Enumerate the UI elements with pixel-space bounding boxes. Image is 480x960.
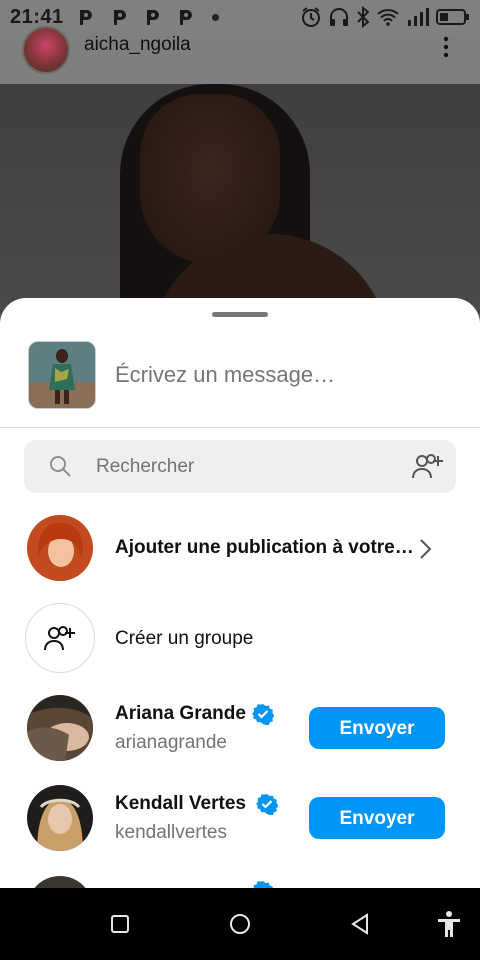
contact-avatar-partial: [27, 876, 93, 888]
add-to-story-row[interactable]: Ajouter une publication à votre…: [0, 510, 480, 586]
status-icons: [300, 6, 470, 28]
chevron-right-icon: [420, 539, 432, 559]
search-icon: [50, 456, 71, 477]
post-avatar[interactable]: [22, 26, 70, 74]
contact-row: Kendall Vertes kendallvertes Envoyer: [0, 783, 480, 853]
back-triangle-icon[interactable]: [348, 912, 372, 936]
message-input[interactable]: [115, 360, 455, 390]
contact-row: Ariana Grande arianagrande Envoyer: [0, 693, 480, 763]
verified-badge-icon: [252, 704, 274, 725]
verified-badge-icon: [253, 881, 273, 888]
post-thumbnail: [28, 341, 96, 409]
send-button[interactable]: Envoyer: [309, 797, 445, 839]
signal-icon: [408, 8, 429, 26]
search-bar[interactable]: Rechercher: [24, 440, 456, 493]
contact-avatar: [27, 785, 93, 851]
status-time: 21:41: [10, 6, 64, 28]
dot-icon: [212, 14, 219, 21]
post-header: [0, 34, 480, 84]
status-bar: 21:41: [0, 0, 480, 34]
p-notification-icon: [147, 10, 159, 25]
post-username[interactable]: aicha_ngoila: [84, 34, 191, 56]
search-placeholder: Rechercher: [96, 456, 195, 477]
contact-avatar: [27, 695, 93, 761]
story-avatar: [27, 515, 93, 581]
android-nav-bar: [0, 888, 480, 960]
alarm-icon: [302, 7, 320, 27]
share-sheet: Rechercher Ajouter une publication à vot…: [0, 298, 480, 888]
add-people-icon[interactable]: [410, 452, 446, 482]
p-notification-icon: [80, 10, 92, 25]
contact-name: Ariana Grande: [115, 703, 246, 724]
story-avatar-image: [27, 515, 93, 581]
p-notification-icon: [114, 10, 126, 25]
bluetooth-icon: [357, 6, 370, 28]
headset-icon: [330, 8, 348, 26]
post-image-face: [140, 94, 280, 264]
recents-square-icon[interactable]: [110, 914, 130, 934]
post-image: [0, 84, 480, 314]
contact-username: arianagrande: [115, 732, 227, 753]
p-notification-icon: [180, 10, 192, 25]
group-add-icon: [44, 626, 75, 651]
create-group-label: Créer un groupe: [115, 628, 254, 649]
home-circle-icon[interactable]: [228, 912, 252, 936]
post-thumbnail-image: [29, 342, 95, 408]
send-button[interactable]: Envoyer: [309, 707, 445, 749]
accessibility-icon[interactable]: [436, 910, 462, 938]
contact-name: Kendall Vertes: [115, 793, 246, 814]
sheet-drag-handle[interactable]: [212, 312, 268, 317]
contact-username: kendallvertes: [115, 822, 227, 843]
create-group-row[interactable]: Créer un groupe: [0, 600, 480, 676]
create-group-avatar: [25, 603, 95, 673]
battery-icon: [436, 9, 469, 25]
more-vertical-icon[interactable]: [440, 36, 452, 58]
contact-avatar-image: [27, 785, 93, 851]
add-to-story-label: Ajouter une publication à votre…: [115, 537, 414, 558]
sheet-divider: [0, 427, 480, 428]
contact-avatar-image: [27, 695, 93, 761]
wifi-icon: [377, 9, 399, 26]
verified-badge-icon: [256, 794, 278, 815]
